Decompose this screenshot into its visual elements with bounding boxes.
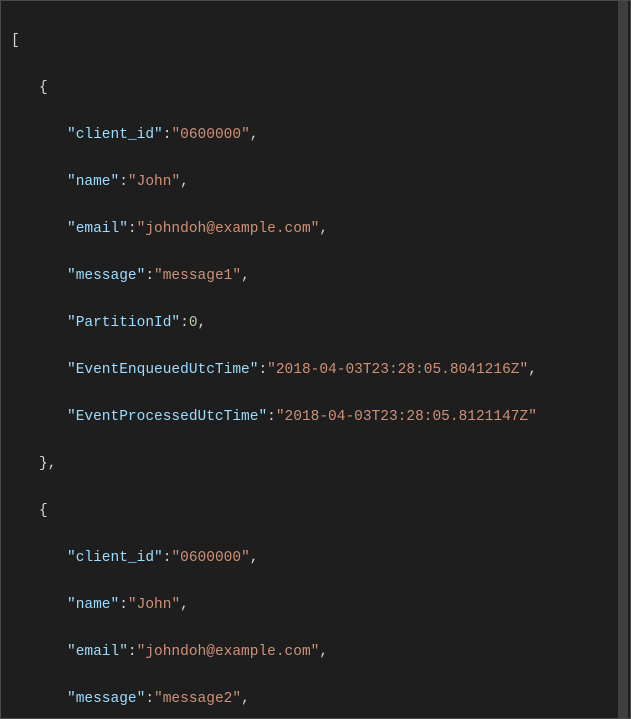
bracket-open: [ xyxy=(11,33,20,49)
json-key: "message" xyxy=(67,268,145,284)
json-value: "2018-04-03T23:28:05.8041216Z" xyxy=(267,362,528,378)
json-key: "PartitionId" xyxy=(67,315,180,331)
json-key: "email" xyxy=(67,221,128,237)
json-value: "message1" xyxy=(154,268,241,284)
json-value: "0600000" xyxy=(171,127,249,143)
json-value: 0 xyxy=(189,315,198,331)
json-key: "client_id" xyxy=(67,127,163,143)
brace-open: { xyxy=(39,500,48,523)
json-value: "message2" xyxy=(154,691,241,707)
json-value: "2018-04-03T23:28:05.8121147Z" xyxy=(276,409,537,425)
code-editor[interactable]: [ { "client_id":"0600000", "name":"John"… xyxy=(1,1,630,718)
json-key: "name" xyxy=(67,174,119,190)
json-value: "John" xyxy=(128,174,180,190)
json-value: "John" xyxy=(128,597,180,613)
json-value: "0600000" xyxy=(171,550,249,566)
json-key: "client_id" xyxy=(67,550,163,566)
json-value: "johndoh@example.com" xyxy=(137,644,320,660)
json-key: "EventEnqueuedUtcTime" xyxy=(67,362,258,378)
json-key: "email" xyxy=(67,644,128,660)
json-key: "EventProcessedUtcTime" xyxy=(67,409,267,425)
json-key: "message" xyxy=(67,691,145,707)
brace-open: { xyxy=(39,77,48,100)
scrollbar-vertical[interactable] xyxy=(616,1,630,718)
brace-close: }, xyxy=(39,453,56,476)
scrollbar-thumb[interactable] xyxy=(618,1,628,718)
json-key: "name" xyxy=(67,597,119,613)
json-value: "johndoh@example.com" xyxy=(137,221,320,237)
